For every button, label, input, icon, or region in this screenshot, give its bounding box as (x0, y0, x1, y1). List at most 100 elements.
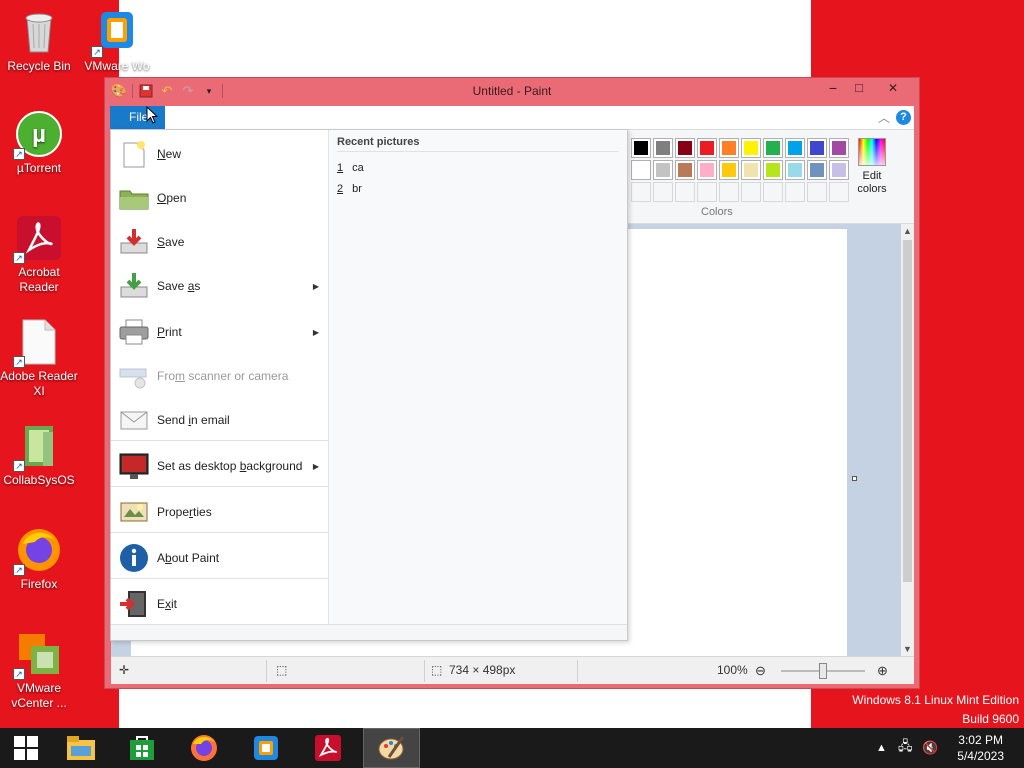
color-swatch[interactable] (763, 182, 783, 202)
color-swatch[interactable] (807, 138, 827, 158)
color-swatch[interactable] (719, 182, 739, 202)
network-icon[interactable]: 🖧 (898, 728, 913, 768)
color-swatch[interactable] (741, 182, 761, 202)
color-swatch[interactable] (741, 138, 761, 158)
taskbar-acrobat[interactable] (302, 728, 354, 768)
minimize-button[interactable]: − (820, 78, 846, 98)
taskbar-firefox[interactable] (178, 728, 230, 768)
properties-icon (117, 495, 151, 529)
edit-colors-button[interactable]: Edit colors (855, 138, 889, 196)
color-swatch[interactable] (763, 138, 783, 158)
canvas-resize-handle[interactable] (852, 476, 857, 481)
desktop-icon-utorrent[interactable]: µ ↗ µTorrent (0, 110, 78, 176)
file-menu-about-paint[interactable]: About Paint (111, 536, 329, 580)
color-swatch[interactable] (763, 160, 783, 180)
file-menu-set-as-desktop-background[interactable]: Set as desktop background ▶ (111, 444, 329, 488)
help-icon[interactable]: ? (896, 110, 911, 125)
taskbar-store[interactable] (116, 728, 168, 768)
color-swatch[interactable] (741, 160, 761, 180)
color-swatch[interactable] (653, 160, 673, 180)
color-swatch[interactable] (697, 160, 717, 180)
file-menu-exit[interactable]: Exit (111, 582, 329, 626)
color-swatch[interactable] (675, 138, 695, 158)
color-swatch[interactable] (785, 138, 805, 158)
taskbar-file-explorer[interactable] (55, 728, 107, 768)
color-swatch-fill (722, 163, 736, 177)
color-palette (631, 138, 851, 204)
scroll-up-icon[interactable]: ▲ (901, 226, 914, 236)
menu-separator (111, 440, 329, 441)
color-swatch[interactable] (785, 182, 805, 202)
taskbar-paint[interactable] (363, 728, 420, 768)
colors-group-label: Colors (701, 206, 733, 218)
desktop-icon-vmware-workstation[interactable]: ↗ VMware Wo (78, 8, 156, 74)
zoom-slider-knob[interactable] (819, 663, 827, 679)
color-swatch[interactable] (807, 182, 827, 202)
desktop-icon-recycle-bin[interactable]: Recycle Bin (0, 8, 78, 74)
color-swatch[interactable] (829, 138, 849, 158)
show-hidden-icons[interactable]: ▲ (876, 728, 887, 768)
color-swatch[interactable] (829, 182, 849, 202)
color-swatch[interactable] (631, 182, 651, 202)
save-icon (117, 225, 151, 259)
color-swatch-fill (810, 141, 824, 155)
color-swatch[interactable] (675, 182, 695, 202)
scrollbar-thumb[interactable] (903, 240, 912, 582)
file-menu-save-as[interactable]: Save as ▶ (111, 264, 329, 308)
color-swatch[interactable] (675, 160, 695, 180)
color-swatch[interactable] (719, 138, 739, 158)
title-bar[interactable]: 🎨 ↶ ↷ ▾ Untitled - Paint − □ ✕ (105, 78, 919, 106)
recent-picture-item[interactable]: 2 br (337, 183, 362, 195)
file-menu-properties[interactable]: Properties (111, 490, 329, 534)
color-swatch[interactable] (631, 138, 651, 158)
color-swatch[interactable] (785, 160, 805, 180)
color-swatch-fill (832, 141, 846, 155)
collapse-ribbon-icon[interactable]: ︿ (878, 109, 890, 126)
scroll-down-icon[interactable]: ▼ (901, 644, 914, 654)
recent-picture-item[interactable]: 1 ca (337, 162, 364, 174)
zoom-in-icon[interactable]: ⊕ (877, 663, 888, 679)
desktop-icon-adobe-reader[interactable]: ↗ Adobe Reader XI (0, 318, 78, 399)
recent-item-number: 1 (337, 162, 344, 174)
maximize-button[interactable]: □ (846, 78, 872, 98)
paint-app-icon (378, 736, 404, 760)
desktop-icon-label: VMware Wo (84, 59, 150, 73)
utorrent-icon: µ ↗ (13, 110, 63, 160)
color-swatch[interactable] (653, 182, 673, 202)
close-button[interactable]: ✕ (875, 78, 911, 98)
selection-size-icon: ⬚ (276, 663, 288, 677)
start-button[interactable] (0, 728, 52, 768)
submenu-arrow-icon: ▶ (312, 281, 319, 291)
color-swatch[interactable] (719, 160, 739, 180)
collabsysos-icon: ↗ (13, 422, 63, 472)
desktop-icon-acrobat-reader[interactable]: ↗ Acrobat Reader (0, 214, 78, 295)
color-swatch-fill (678, 163, 692, 177)
desktop-icon-vmware-vcenter[interactable]: ↗ VMware vCenter ... (0, 630, 78, 711)
color-swatch[interactable] (807, 160, 827, 180)
taskbar-clock[interactable]: 3:02 PM 5/4/2023 (957, 732, 1004, 764)
desktop-icon-firefox[interactable]: ↗ Firefox (0, 526, 78, 592)
save-as-icon (117, 269, 151, 303)
file-menu-label: Save as (157, 279, 201, 293)
file-menu-label: From scanner or camera (157, 369, 289, 383)
volume-muted-icon[interactable]: 🔇 (922, 728, 938, 768)
color-swatch[interactable] (697, 182, 717, 202)
color-swatch[interactable] (829, 160, 849, 180)
zoom-slider[interactable] (781, 663, 865, 679)
desktop-icon-collabsysos[interactable]: ↗ CollabSysOS (0, 422, 78, 488)
file-menu-label: About Paint (157, 551, 220, 565)
file-menu-print[interactable]: Print ▶ (111, 310, 329, 354)
color-swatch[interactable] (631, 160, 651, 180)
taskbar-vmware[interactable] (240, 728, 292, 768)
file-menu-save[interactable]: Save (111, 220, 329, 264)
file-menu-new[interactable]: New (111, 132, 329, 176)
file-menu-open[interactable]: Open (111, 176, 329, 220)
desktop-icon-label: Firefox (20, 577, 58, 591)
zoom-out-icon[interactable]: ⊖ (755, 663, 766, 679)
color-swatch[interactable] (653, 138, 673, 158)
file-menu-send-in-email[interactable]: Send in email (111, 398, 329, 442)
color-swatch[interactable] (697, 138, 717, 158)
vertical-scrollbar[interactable]: ▲ ▼ (901, 224, 914, 656)
file-menu-from-scanner-or-camera: From scanner or camera (111, 354, 329, 398)
image-size-icon: ⬚ (431, 663, 443, 677)
